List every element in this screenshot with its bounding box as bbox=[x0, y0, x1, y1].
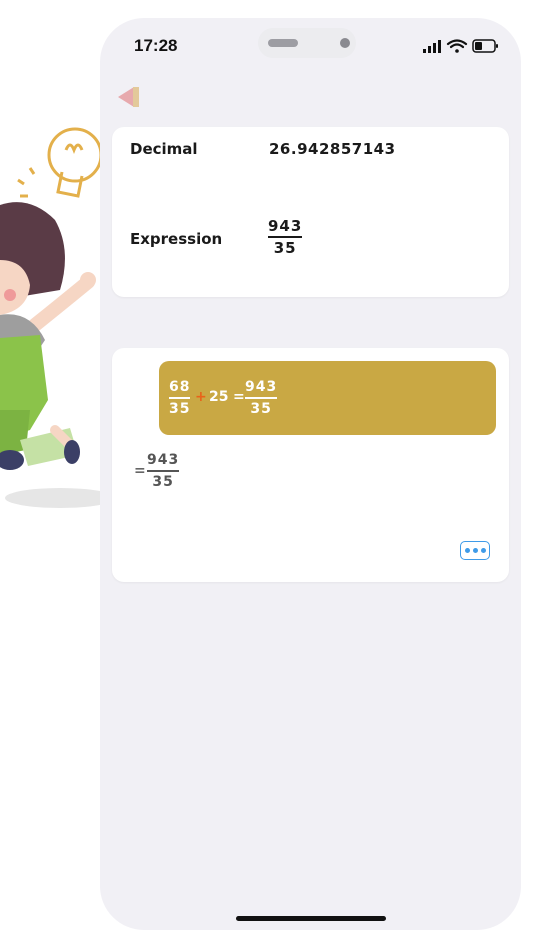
fraction-bar bbox=[245, 397, 278, 399]
plus-sign: + bbox=[195, 389, 207, 405]
more-dots-icon bbox=[464, 548, 470, 553]
more-options-button[interactable] bbox=[460, 541, 490, 560]
home-indicator[interactable] bbox=[236, 916, 386, 921]
more-dots-icon bbox=[472, 548, 478, 553]
decimal-label: Decimal bbox=[130, 140, 198, 158]
lightbulb-icon bbox=[17, 127, 103, 198]
highlighted-step: 68 35 + 25 = 943 35 bbox=[159, 361, 496, 435]
island-pill bbox=[268, 39, 298, 47]
fraction-bar bbox=[147, 470, 180, 472]
steps-card: 68 35 + 25 = 943 35 = 943 35 bbox=[112, 348, 509, 582]
back-arrow-icon[interactable] bbox=[116, 84, 144, 110]
result-card: Decimal 26.942857143 Expression 943 35 bbox=[112, 127, 509, 297]
decimal-value: 26.942857143 bbox=[269, 140, 396, 158]
wifi-icon bbox=[446, 39, 468, 53]
fraction-bar bbox=[268, 236, 303, 238]
step-fraction-a: 68 35 bbox=[169, 378, 191, 418]
expression-denominator: 35 bbox=[273, 239, 297, 257]
fraction-b-denominator: 35 bbox=[250, 401, 272, 417]
status-time: 17:28 bbox=[134, 36, 178, 55]
expression-numerator: 943 bbox=[268, 217, 303, 235]
fraction-b-numerator: 943 bbox=[245, 379, 278, 395]
step-fraction-b: 943 35 bbox=[245, 378, 278, 418]
dynamic-island bbox=[258, 28, 356, 58]
status-icons bbox=[423, 39, 498, 53]
expression-fraction: 943 35 bbox=[268, 217, 303, 257]
fraction-a-numerator: 68 bbox=[169, 379, 191, 395]
expression-label: Expression bbox=[130, 230, 223, 248]
result-denominator: 35 bbox=[152, 474, 174, 490]
phone-screen: 17:28 Decimal 26.942857143 Expression 94… bbox=[100, 18, 521, 930]
signal-icon bbox=[423, 40, 441, 53]
camera-icon bbox=[340, 38, 350, 48]
result-fraction: 943 35 bbox=[147, 451, 180, 491]
fraction-bar bbox=[169, 397, 191, 399]
result-numerator: 943 bbox=[147, 452, 180, 468]
whole-number: 25 bbox=[209, 389, 229, 405]
equals-sign: = bbox=[233, 389, 245, 405]
battery-icon bbox=[472, 39, 498, 53]
more-dots-icon bbox=[480, 548, 486, 553]
fraction-a-denominator: 35 bbox=[169, 401, 191, 417]
result-equals-sign: = bbox=[134, 463, 146, 479]
